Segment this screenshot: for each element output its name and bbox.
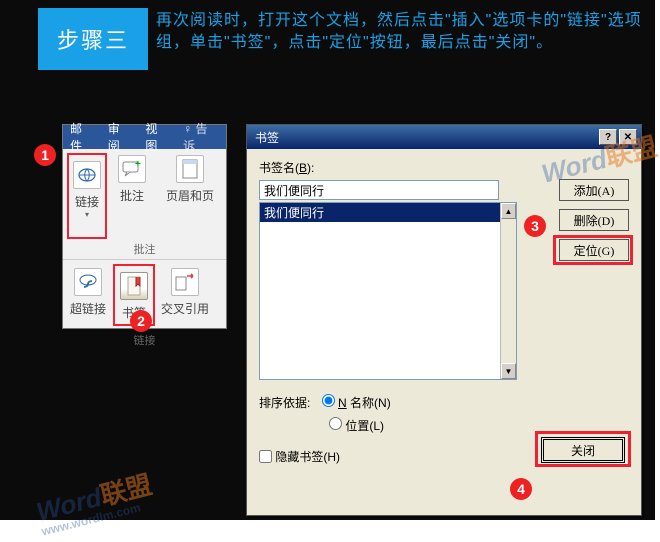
step-marker-3: 3 — [524, 215, 546, 237]
links-label: 链接 — [75, 193, 99, 210]
sort-label: 排序依据: — [259, 396, 310, 410]
bookmark-name-label: 书签名(B): — [259, 159, 629, 176]
sort-name-option[interactable]: N名称(N) 名称(N) — [322, 396, 391, 410]
links-group-label: 链接 — [63, 332, 226, 348]
crossref-button[interactable]: 交叉引用 — [155, 262, 215, 328]
bookmark-icon — [120, 272, 148, 300]
links-icon — [73, 161, 101, 189]
comments-group-label: 批注 — [63, 239, 226, 260]
sort-row: 排序依据: N名称(N) 名称(N) 位置(L) — [259, 394, 629, 434]
close-x-button[interactable]: ✕ — [619, 129, 637, 145]
scroll-up-button[interactable]: ▲ — [501, 203, 516, 219]
hidden-checkbox[interactable] — [259, 450, 272, 463]
new-comment-button[interactable]: + 批注 — [107, 149, 157, 239]
scroll-down-button[interactable]: ▼ — [501, 363, 516, 379]
add-button[interactable]: 添加(A) — [559, 179, 629, 201]
list-item[interactable]: 我们便同行 — [260, 203, 516, 222]
comment-icon: + — [118, 155, 146, 183]
header-label: 页眉和页 — [166, 187, 214, 204]
tab-mailings[interactable]: 邮件 — [63, 120, 101, 154]
header-footer-button[interactable]: 页眉和页 — [157, 149, 223, 239]
scrollbar[interactable]: ▲ ▼ — [500, 203, 516, 379]
help-button[interactable]: ? — [599, 129, 617, 145]
bookmark-list[interactable]: 我们便同行 ▲ ▼ — [259, 202, 517, 380]
dialog-title: 书签 — [251, 129, 597, 146]
step-marker-2: 2 — [130, 310, 152, 332]
goto-button[interactable]: 定位(G) — [559, 239, 629, 261]
svg-text:+: + — [135, 161, 141, 170]
step-badge: 步骤三 — [38, 8, 148, 70]
hyperlink-label: 超链接 — [70, 300, 106, 317]
word-ribbon: 邮件 审阅 视图 ♀ 告诉 链接 ▾ + 批注 — [62, 124, 227, 329]
comment-label: 批注 — [120, 187, 144, 204]
step-marker-4: 4 — [510, 478, 532, 500]
crossref-label: 交叉引用 — [161, 300, 209, 317]
crossref-icon — [171, 268, 199, 296]
bookmark-name-input[interactable] — [259, 180, 499, 200]
delete-button[interactable]: 删除(D) — [559, 209, 629, 231]
links-dropdown-button[interactable]: 链接 ▾ — [67, 153, 107, 239]
bookmark-dialog: 书签 ? ✕ 书签名(B): 我们便同行 ▲ ▼ 添加(A) 删除(D) 定位(… — [246, 124, 642, 516]
hyperlink-button[interactable]: 超链接 — [63, 262, 113, 328]
tab-tellme[interactable]: ♀ 告诉 — [176, 120, 226, 154]
dialog-titlebar[interactable]: 书签 ? ✕ — [247, 125, 641, 149]
hyperlink-icon — [74, 268, 102, 296]
instruction-text: 再次阅读时，打开这个文档，然后点击"插入"选项卡的"链接"选项组，单击"书签"，… — [156, 10, 651, 54]
hidden-label: 隐藏书签(H) — [275, 450, 340, 464]
chevron-down-icon: ▾ — [85, 210, 89, 219]
header-icon — [176, 155, 204, 183]
sort-location-option[interactable]: 位置(L) — [329, 417, 629, 434]
step-marker-1: 1 — [34, 144, 56, 166]
close-button[interactable]: 关闭 — [543, 439, 623, 461]
